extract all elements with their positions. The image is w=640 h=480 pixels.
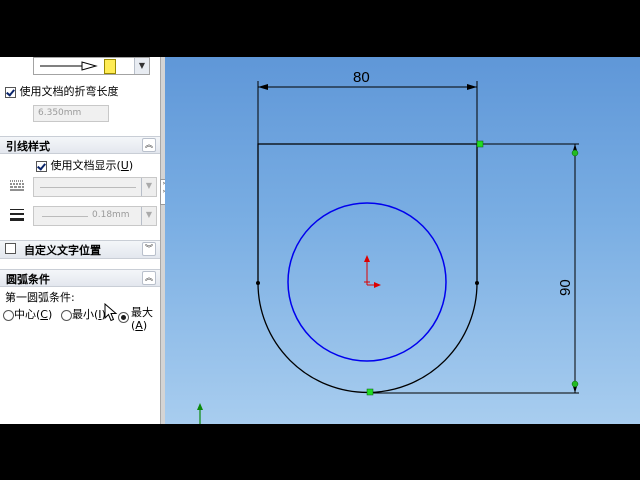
line-thickness-dropdown[interactable]: 0.18mm ▼ [33,206,157,226]
leader-arrow-icon [40,61,98,71]
profile-point-left [256,281,260,285]
line-style-icon [10,180,24,191]
document-icon [104,59,116,74]
radio-min-label: 最小(I) [72,308,106,321]
use-doc-display-checkbox[interactable] [36,160,47,172]
profile-corner-point [476,140,484,148]
line-style-preview [40,187,136,188]
expand-down-icon[interactable]: ︾ [142,242,156,256]
dim-90-text[interactable]: 90 [557,279,574,296]
profile-point-right [475,281,479,285]
custom-text-position-checkbox[interactable] [5,243,16,254]
arrow-style-dropdown[interactable]: ▼ [33,57,150,75]
profile-bottom-point [366,388,374,396]
origin-icon [364,255,381,288]
custom-text-position-title: 自定义文字位置 [24,244,101,257]
dim-80-text[interactable]: 80 [353,69,370,86]
chevron-down-icon[interactable]: ▼ [134,58,149,74]
arc-condition-section-title: 圆弧条件 [6,273,50,286]
line-thickness-value: 0.18mm [92,210,130,220]
radio-max-option[interactable]: 最大 (A) [118,306,153,332]
bend-length-value: 6.350mm [38,108,82,118]
bend-length-field: 6.350mm [33,105,109,122]
dim-90-endpoint-top [571,149,579,157]
doc-bend-length-checkbox-row[interactable]: 使用文档的折弯长度 [5,83,119,99]
collapse-up-icon[interactable]: ︽ [142,138,156,152]
leader-style-section-header[interactable]: 引线样式 ︽ [0,136,160,154]
dim-80-arrow-left [258,84,268,90]
radio-center-label: 中心(C) [14,308,53,321]
first-arc-label: 第一圆弧条件: [5,291,75,304]
line-style-dropdown[interactable]: ▼ [33,177,157,197]
leader-style-section-title: 引线样式 [6,140,50,153]
mouse-cursor-icon [104,303,118,322]
arc-condition-section-header[interactable]: 圆弧条件 ︽ [0,269,160,287]
radio-min-option[interactable]: 最小(I) [61,306,106,322]
use-doc-display-label: 使用文档显示(U) [50,159,134,172]
sketch-canvas[interactable]: 80 90 [165,57,640,424]
chevron-down-icon[interactable]: ▼ [141,178,156,196]
radio-max-label: 最大 (A) [131,306,153,332]
radio-min[interactable] [61,309,72,321]
dim-90-endpoint-bottom [571,380,579,388]
view-triad-icon [197,403,203,424]
collapse-up-icon[interactable]: ︽ [142,271,156,285]
line-thickness-icon [10,209,24,221]
doc-bend-length-label: 使用文档的折弯长度 [19,85,119,98]
line-thickness-preview [42,216,88,217]
custom-text-position-section-header[interactable]: 自定义文字位置 ︾ [0,240,160,259]
radio-center-option[interactable]: 中心(C) [3,306,52,322]
solidworks-window: ▼ 使用文档的折弯长度 6.350mm 引线样式 ︽ 使用文档显示(U) ▼ 0… [0,57,640,424]
doc-bend-length-checkbox[interactable] [5,86,16,98]
chevron-down-icon[interactable]: ▼ [141,207,156,225]
radio-center[interactable] [3,309,14,321]
radio-max[interactable] [118,312,129,323]
dim-80-arrow-right [467,84,477,90]
property-manager-panel: ▼ 使用文档的折弯长度 6.350mm 引线样式 ︽ 使用文档显示(U) ▼ 0… [0,57,163,424]
graphics-area[interactable]: 80 90 [165,57,640,424]
use-doc-display-row[interactable]: 使用文档显示(U) [36,157,133,173]
